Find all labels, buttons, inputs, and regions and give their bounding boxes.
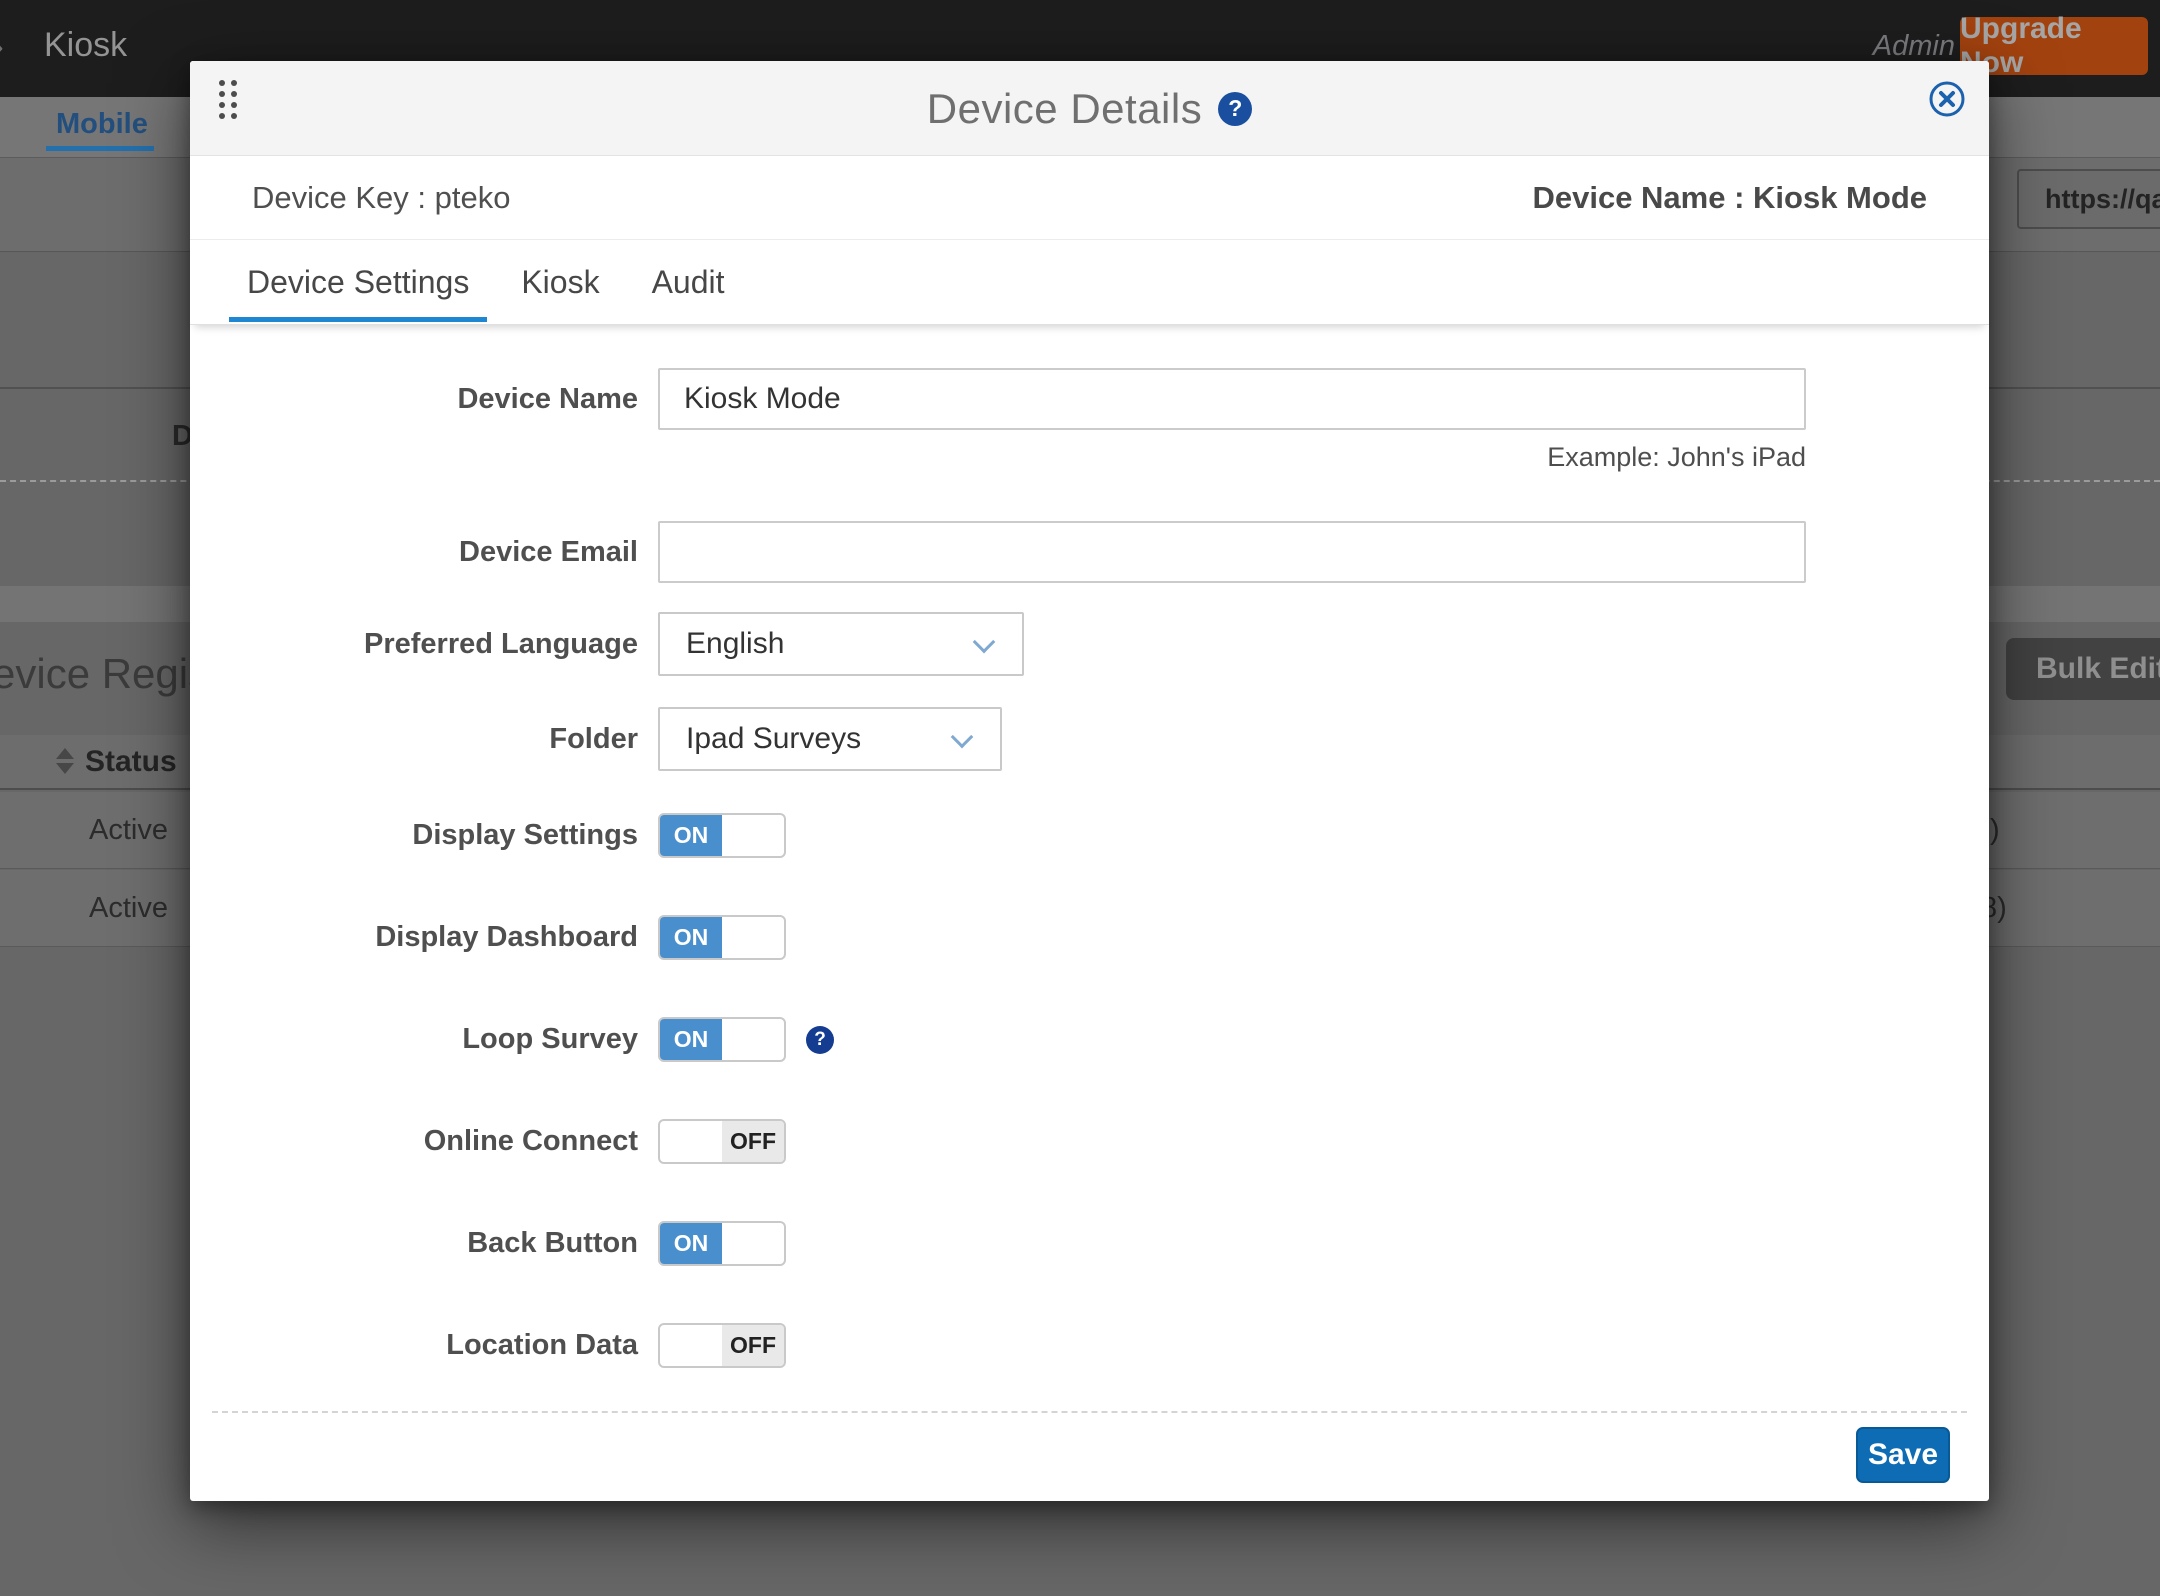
preferred-language-select[interactable]: English	[658, 612, 1024, 676]
display-settings-toggle[interactable]: ON	[658, 813, 786, 858]
loop-survey-row: Loop Survey ON ?	[190, 1017, 1989, 1062]
sort-icon[interactable]	[56, 748, 74, 774]
folder-row: Folder Ipad Surveys	[190, 707, 1989, 771]
bulk-edit-devices-button[interactable]: Bulk Edit Dev	[2006, 638, 2160, 700]
device-name-hint: Example: John's iPad	[658, 442, 1806, 473]
tab-kiosk[interactable]: Kiosk	[503, 240, 617, 324]
back-button-row: Back Button ON	[190, 1221, 1989, 1266]
online-connect-toggle[interactable]: OFF	[658, 1119, 786, 1164]
page-title: Kiosk	[44, 26, 127, 65]
status-column-header[interactable]: Status	[85, 735, 177, 788]
device-name-field-label: Device Name	[190, 383, 658, 416]
save-button[interactable]: Save	[1856, 1427, 1950, 1483]
device-details-modal: Device Details ? Device Key : pteko Devi…	[190, 61, 1989, 1501]
folder-select[interactable]: Ipad Surveys	[658, 707, 1002, 771]
folder-value: Ipad Surveys	[686, 722, 861, 756]
device-email-field-label: Device Email	[190, 536, 658, 569]
tab-device-settings[interactable]: Device Settings	[229, 240, 487, 324]
row-fragment: )	[1990, 792, 2000, 868]
back-button-toggle[interactable]: ON	[658, 1221, 786, 1266]
tab-mobile[interactable]: Mobile	[56, 108, 148, 141]
drag-handle-icon[interactable]	[219, 80, 237, 119]
loop-survey-toggle[interactable]: ON	[658, 1017, 786, 1062]
page: › Kiosk Admin Upgrade Now Mobile https:/…	[0, 0, 2160, 1596]
modal-header: Device Details ?	[190, 61, 1989, 156]
chevron-down-icon	[973, 631, 996, 654]
close-icon[interactable]	[1928, 80, 1966, 118]
device-email-row: Device Email	[190, 521, 1989, 583]
display-dashboard-toggle[interactable]: ON	[658, 915, 786, 960]
device-name-input[interactable]	[658, 368, 1806, 430]
admin-label: Admin	[1873, 30, 1955, 63]
preferred-language-value: English	[686, 627, 784, 661]
loop-survey-label: Loop Survey	[190, 1023, 658, 1056]
breadcrumb-chevron-icon: ›	[0, 28, 4, 65]
location-data-toggle[interactable]: OFF	[658, 1323, 786, 1368]
modal-footer: Save	[212, 1411, 1967, 1501]
display-settings-label: Display Settings	[190, 819, 658, 852]
help-icon[interactable]: ?	[1218, 92, 1252, 126]
device-name-row: Device Name	[190, 368, 1989, 430]
device-name-label: Device Name : Kiosk Mode	[1532, 180, 1927, 216]
status-cell: Active	[89, 792, 168, 868]
display-settings-row: Display Settings ON	[190, 813, 1989, 858]
mobile-tab-underline	[46, 146, 154, 151]
location-data-label: Location Data	[190, 1329, 658, 1362]
preferred-language-row: Preferred Language English	[190, 612, 1989, 676]
device-meta-row: Device Key : pteko Device Name : Kiosk M…	[190, 156, 1989, 240]
tab-audit[interactable]: Audit	[634, 240, 743, 324]
back-button-label: Back Button	[190, 1227, 658, 1260]
display-dashboard-row: Display Dashboard ON	[190, 915, 1989, 960]
online-connect-row: Online Connect OFF	[190, 1119, 1989, 1164]
preferred-language-field-label: Preferred Language	[190, 628, 658, 661]
folder-field-label: Folder	[190, 723, 658, 756]
device-email-input[interactable]	[658, 521, 1806, 583]
modal-tabs: Device Settings Kiosk Audit	[190, 240, 1989, 325]
status-cell: Active	[89, 870, 168, 946]
display-dashboard-label: Display Dashboard	[190, 921, 658, 954]
online-connect-label: Online Connect	[190, 1125, 658, 1158]
chevron-down-icon	[951, 726, 974, 749]
location-data-row: Location Data OFF	[190, 1323, 1989, 1368]
loop-survey-help-icon[interactable]: ?	[806, 1026, 834, 1054]
device-key-label: Device Key : pteko	[252, 180, 510, 216]
app-url-field[interactable]: https://qa.q	[2017, 169, 2160, 229]
modal-title: Device Details	[927, 85, 1202, 133]
